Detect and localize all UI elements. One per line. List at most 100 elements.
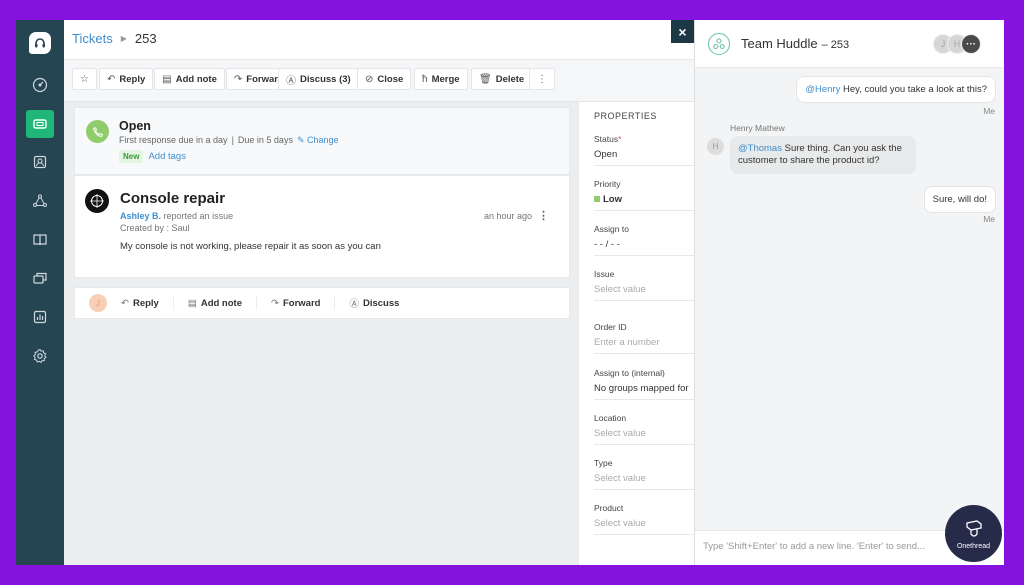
property-priority[interactable]: Priority Low [594,179,695,211]
message-text: Hey, could you take a look at this? [840,84,987,95]
ticket-toolbar: ☆ ↶ Reply ▤ Add note ↷ Forward Ⓐ Discuss (3)… [64,60,694,102]
mention[interactable]: @Thomas [738,143,782,154]
created-by: Created by : Saul [120,223,190,233]
sidebar-item-groups[interactable] [26,187,54,215]
status-title: Open [119,119,151,133]
property-issue[interactable]: Issue Select value [594,269,695,301]
participants: J H ··· [933,34,981,54]
property-label: Order ID [594,322,627,332]
status-due-info: First response due in a day | Due in 5 d… [119,135,339,146]
required-marker: * [618,134,622,144]
app-window: Tickets ▶ 253 ☆ ↶ Reply ▤ Add note ↷ Forwar… [16,20,1004,565]
requester-avatar [85,189,109,213]
reply-label: Reply [132,297,159,309]
reported-text: reported an issue [163,211,234,221]
breadcrumb-current: 253 [134,31,157,46]
add-tags-link[interactable]: Add tags [148,151,186,162]
phone-icon [86,120,109,143]
tags-row: New Add tags [119,150,186,163]
reply-icon: ↶ [121,297,129,309]
sender-name: Henry Mathew [730,123,785,133]
reply-button[interactable]: ↶ Reply [99,68,154,90]
close-label: Close [377,73,404,85]
reply-label: Reply [119,73,146,85]
change-label: Change [307,135,339,145]
onethread-watermark: Onethread [945,505,1002,562]
property-status[interactable]: Status* Open [594,134,695,166]
reporter-line: Ashley B. reported an issue [120,211,233,221]
property-type[interactable]: Type Select value [594,458,695,490]
property-product[interactable]: Product Select value [594,503,695,535]
discuss-button[interactable]: Ⓐ Discuss (3) [278,68,359,90]
contact-icon [33,155,47,169]
property-assign-to[interactable]: Assign to - - / - - [594,224,695,256]
reporter-name-link[interactable]: Ashley B. [120,211,161,221]
more-participants-button[interactable]: ··· [961,34,981,54]
property-value: Open [594,149,618,160]
property-label: Priority [594,179,621,189]
more-actions-button[interactable]: ⋮ [529,68,555,90]
close-huddle-button[interactable]: × [671,20,694,43]
property-value: Select value [594,428,646,439]
chat-icon [33,272,47,284]
property-label: Type [594,458,613,468]
property-value: No groups mapped for [594,383,689,394]
onethread-logo-icon [965,519,982,537]
chat-message-other: @Thomas Sure thing. Can you ask the cust… [730,136,916,174]
property-label: Assign to [594,224,629,234]
sidebar-item-dashboard[interactable] [26,71,54,99]
huddle-ticket-number: – 253 [821,39,850,51]
reply-bar-discuss-button[interactable]: Ⓐ Discuss [335,296,413,311]
add-note-label: Add note [200,297,242,309]
add-note-button[interactable]: ▤ Add note [154,68,225,90]
property-location[interactable]: Location Select value [594,413,695,445]
gauge-icon [32,77,48,93]
property-value: Low [603,194,622,205]
reply-bar-forward-button[interactable]: ↷ Forward [257,296,336,310]
chat-message-me: Sure, will do! [923,186,996,213]
sidebar-item-settings[interactable] [26,342,54,370]
property-value: - - / - - [594,239,620,250]
merge-label: Merge [431,73,460,85]
merge-button[interactable]: ћ Merge [414,68,468,90]
close-ticket-button[interactable]: ⊘ Close [357,68,412,90]
discuss-label: Discuss (3) [300,73,351,85]
message-more-icon[interactable]: ⋮ [538,209,549,222]
sidebar-item-tickets[interactable] [26,110,54,138]
property-order-id[interactable]: Order ID Enter a number [594,322,695,354]
separator: | [231,135,234,145]
property-label: Assign to (internal) [594,368,665,378]
headset-logo-icon[interactable] [29,32,51,54]
sidebar-item-contacts[interactable] [26,148,54,176]
sender-label: Me [983,106,995,116]
star-button[interactable]: ☆ [72,68,97,90]
sidebar-item-reports[interactable] [26,303,54,331]
breadcrumb-separator-icon: ▶ [120,34,127,43]
note-icon: ▤ [187,297,197,309]
huddle-title: Team Huddle – 253 [741,36,849,51]
change-due-link[interactable]: ✎ Change [297,135,339,146]
property-label: Status [594,134,619,144]
sidebar-item-solutions[interactable] [26,226,54,254]
reply-bar-reply-button[interactable]: ↶ Reply [107,296,174,310]
property-assign-to-internal[interactable]: Assign to (internal) No groups mapped fo… [594,368,695,400]
resolution-due: Due in 5 days [237,135,293,145]
reply-bar-add-note-button[interactable]: ▤ Add note [174,296,257,310]
sender-label: Me [983,214,995,224]
watermark-text: Onethread [956,542,991,550]
mention[interactable]: @Henry [805,84,840,95]
breadcrumb-tickets-link[interactable]: Tickets [72,31,113,46]
ticket-icon [33,119,47,129]
ticket-message: Console repair Ashley B. reported an iss… [74,175,570,278]
sidebar-item-conversations[interactable] [26,264,54,292]
property-label: Product [594,503,624,513]
merge-icon: ћ [422,73,428,85]
delete-button[interactable]: 🗑 Delete [471,68,533,90]
property-value: Select value [594,473,646,484]
property-label: Issue [594,269,615,279]
forward-label: Forward [282,297,321,309]
huddle-header: Team Huddle – 253 J H ··· [695,20,1004,68]
huddle-icon [708,33,730,55]
status-card: Open First response due in a day | Due i… [74,107,570,175]
discuss-label: Discuss [362,297,400,309]
